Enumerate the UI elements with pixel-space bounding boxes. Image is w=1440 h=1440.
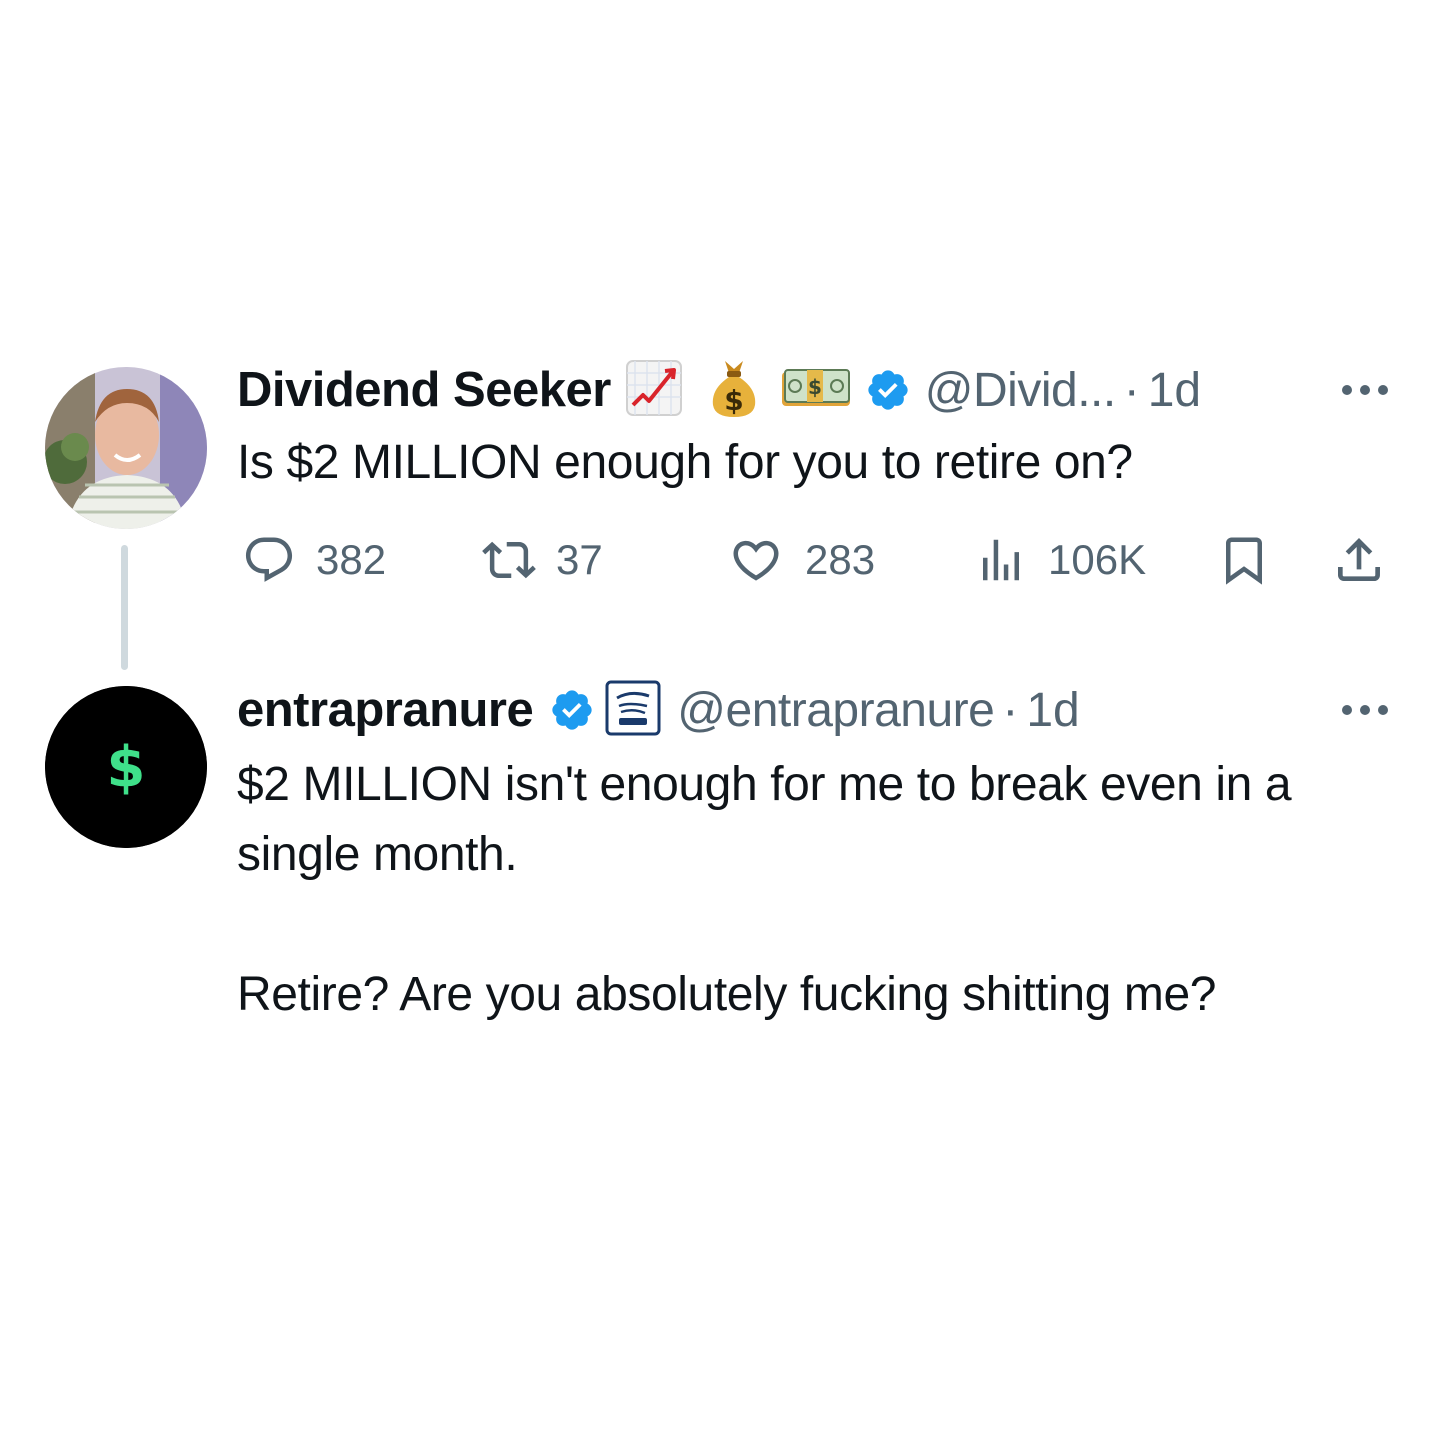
tweet-2[interactable]: $ entrapranure @entrapranure · 1d $2 MIL… — [0, 0, 1440, 1440]
tweet-text: $2 MILLION isn't enough for me to break … — [237, 758, 1292, 1021]
avatar-entrapranure[interactable]: $ — [45, 686, 207, 848]
timestamp[interactable]: 1d — [1026, 683, 1079, 738]
more-options-icon[interactable] — [1340, 703, 1390, 717]
display-name[interactable]: entrapranure — [237, 682, 534, 738]
handle[interactable]: @entrapranure — [677, 683, 995, 738]
dollar-sign-icon: $ — [107, 735, 146, 800]
tweet-2-header: entrapranure @entrapranure · 1d — [237, 680, 1080, 740]
friday-beers-badge-icon[interactable] — [605, 680, 661, 741]
verified-badge-icon[interactable] — [549, 687, 595, 733]
separator-dot: · — [1002, 683, 1019, 737]
